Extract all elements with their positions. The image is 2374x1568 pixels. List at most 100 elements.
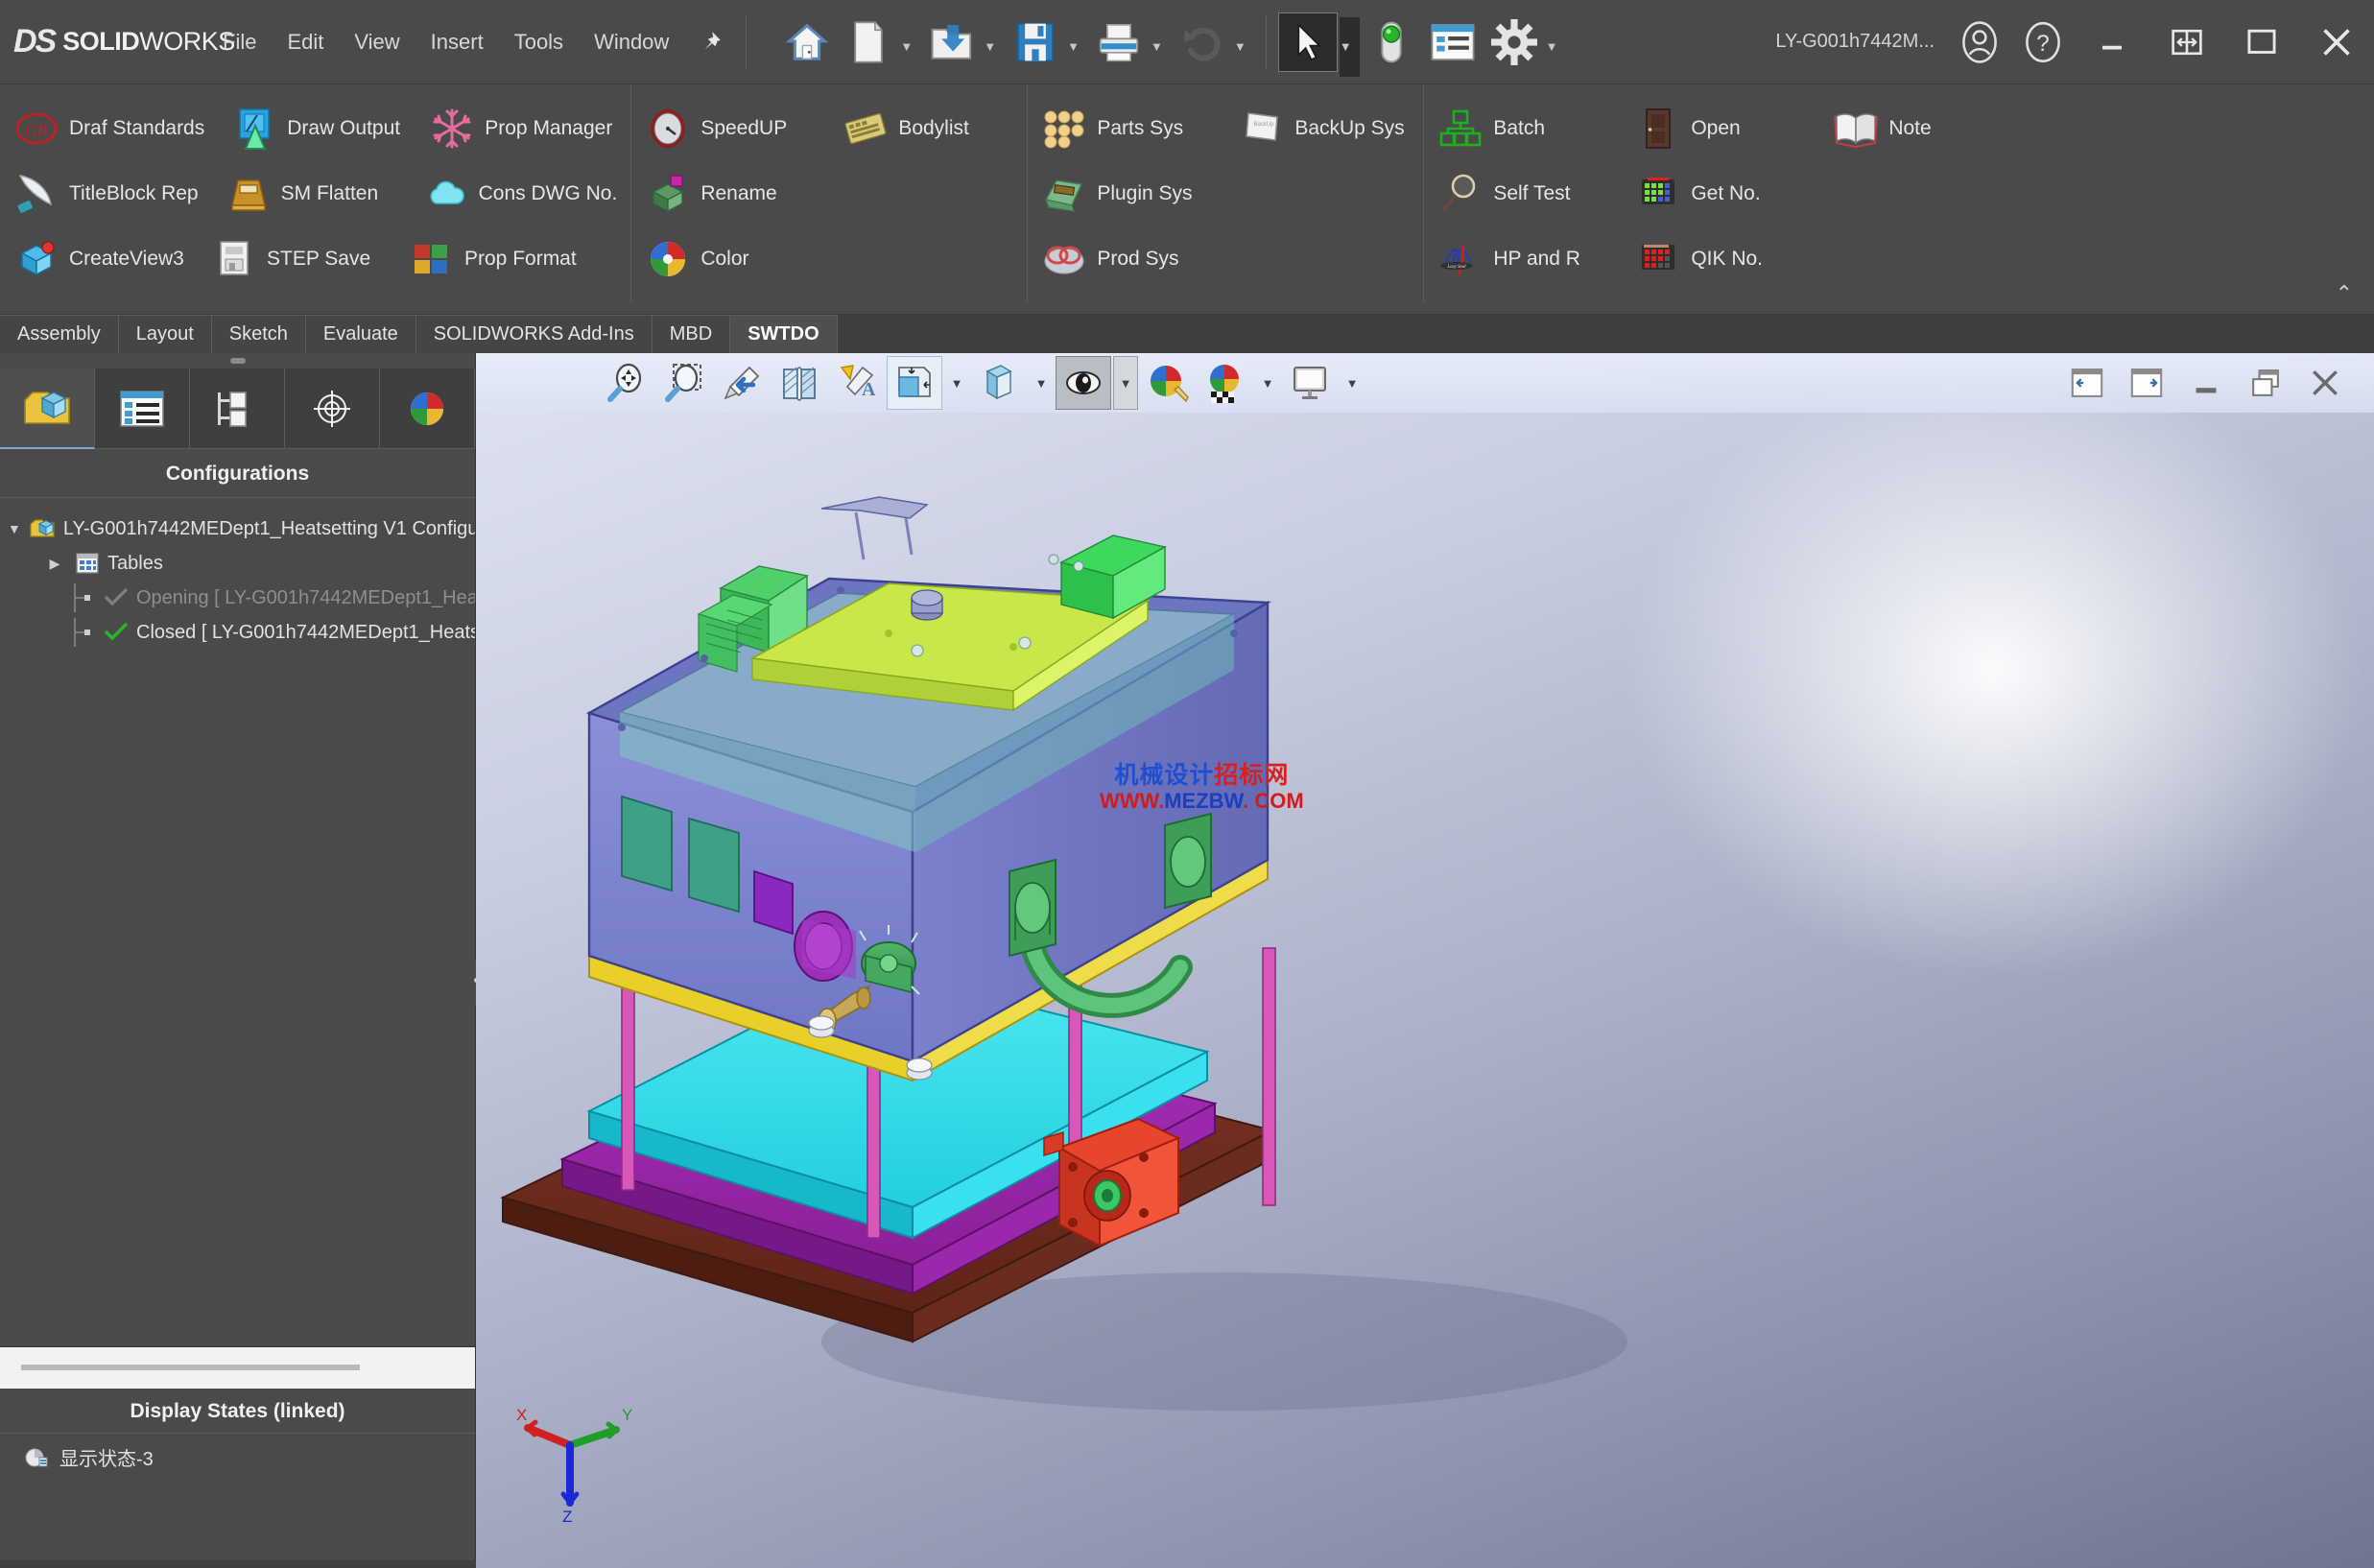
tab-swtdo[interactable]: SWTDO: [730, 315, 838, 353]
new-document-caret[interactable]: ▼: [900, 39, 920, 54]
ribbon-button-speedup[interactable]: SpeedUP: [631, 96, 829, 161]
select-arrow-icon[interactable]: [1277, 12, 1338, 72]
save-caret[interactable]: ▼: [1067, 39, 1087, 54]
menu-tools[interactable]: Tools: [499, 22, 579, 62]
new-document-icon[interactable]: [839, 12, 898, 72]
color-wheel-icon: [645, 236, 691, 282]
ribbon-group-2: SpeedUP Bodylist Rename Color: [630, 84, 1027, 303]
ribbon-button-batch[interactable]: Batch: [1424, 96, 1622, 161]
ribbon-label: Batch: [1493, 117, 1546, 139]
ribbon-button-open[interactable]: Open: [1622, 96, 1819, 161]
ribbon-row: Color: [631, 226, 1027, 292]
ribbon-button-prod-sys[interactable]: Prod Sys: [1028, 226, 1225, 292]
title-bar: DS SOLIDWORKS File Edit View Insert Tool…: [0, 0, 2374, 84]
select-caret[interactable]: ▼: [1339, 16, 1360, 77]
open-caret[interactable]: ▼: [984, 39, 1004, 54]
ribbon-button-get-no[interactable]: Get No.: [1622, 161, 1819, 226]
chevron-up-icon[interactable]: ⌃: [2336, 281, 2353, 306]
ribbon-button-self-test[interactable]: Self Test: [1424, 161, 1622, 226]
quick-access-toolbar: ▼ ▼ ▼ ▼ ▼ ▼ ▼: [777, 8, 1565, 77]
ribbon-row: SpeedUP Bodylist: [631, 96, 1027, 161]
display-manager-tab[interactable]: [380, 368, 475, 449]
tree-row[interactable]: ▶ Tables: [0, 546, 475, 581]
dimxpert-manager-tab[interactable]: [285, 368, 380, 449]
tab-solidworks-add-ins[interactable]: SOLIDWORKS Add-Ins: [415, 315, 653, 353]
keyboard-icon: [843, 106, 889, 152]
ribbon-row: Prod Sys: [1028, 226, 1423, 292]
open-folder-icon[interactable]: [922, 12, 982, 72]
ribbon-button-qik-no[interactable]: QIK No.: [1622, 226, 1819, 292]
ribbon-button-note[interactable]: Note: [1819, 96, 2017, 161]
save-icon[interactable]: [1006, 12, 1065, 72]
settings-caret[interactable]: ▼: [1546, 39, 1566, 54]
check-grey-icon: [104, 587, 129, 608]
restore-split-icon[interactable]: [2149, 0, 2224, 84]
triad-z-label: Z: [562, 1508, 572, 1526]
menu-file[interactable]: File: [207, 22, 272, 62]
user-account-icon[interactable]: [1948, 0, 2011, 84]
display-states-list: 显示状态-3: [0, 1434, 475, 1568]
tree-row[interactable]: ▼ LY-G001h7442MEDept1_Heatsetting V1 Con…: [0, 511, 475, 546]
solidworks-logo: DS SOLIDWORKS: [0, 23, 235, 60]
ribbon-button-sm-flatten[interactable]: SM Flatten: [212, 161, 410, 226]
ribbon-button-color[interactable]: Color: [631, 226, 829, 292]
ribbon-button-backup-sys[interactable]: BackUp BackUp Sys: [1225, 96, 1423, 161]
ribbon-button-cons-dwg-no[interactable]: Cons DWG No.: [410, 161, 631, 226]
panel-splitter[interactable]: [0, 1346, 475, 1389]
rebuild-icon[interactable]: [1362, 12, 1421, 72]
settings-gear-icon[interactable]: [1484, 12, 1544, 72]
ribbon-button-prop-manager[interactable]: Prop Manager: [415, 96, 626, 161]
feature-manager-tab[interactable]: [0, 368, 95, 449]
tab-evaluate[interactable]: Evaluate: [305, 315, 416, 353]
pushpin-icon[interactable]: [684, 26, 736, 59]
svg-text:BackUp: BackUp: [1254, 122, 1275, 128]
ribbon-button-rename[interactable]: Rename: [631, 161, 829, 226]
ribbon-label: Draf Standards: [69, 117, 205, 139]
format-blocks-icon: [409, 236, 455, 282]
mold-assembly-model[interactable]: [476, 353, 2374, 1568]
ribbon-button-prop-format[interactable]: Prop Format: [395, 226, 593, 292]
ribbon-button-draw-output[interactable]: Draw Output: [218, 96, 415, 161]
panel-drag-handle[interactable]: [0, 353, 475, 368]
print-caret[interactable]: ▼: [1151, 39, 1171, 54]
menu-insert[interactable]: Insert: [415, 22, 499, 62]
minimize-icon[interactable]: [2075, 0, 2149, 84]
ribbon-button-draf-standards[interactable]: GB Draf Standards: [0, 96, 218, 161]
ribbon-button-step-save[interactable]: STEP Save: [198, 226, 395, 292]
ribbon-button-parts-sys[interactable]: Parts Sys: [1028, 96, 1225, 161]
maximize-icon[interactable]: [2224, 0, 2299, 84]
configuration-manager-tab[interactable]: [190, 368, 285, 449]
property-manager-tab[interactable]: [95, 368, 190, 449]
undo-caret[interactable]: ▼: [1234, 39, 1254, 54]
tree-row[interactable]: Closed [ LY-G001h7442MEDept1_Heats: [0, 615, 475, 650]
tab-layout[interactable]: Layout: [118, 315, 212, 353]
chevron-down-icon[interactable]: ▼: [8, 521, 21, 536]
graphics-viewport[interactable]: A ▼ ▼ ▼ ▼ ▼ 机械设计招标网 WWW.MEZBW. COM X Y Z: [476, 353, 2374, 1568]
ribbon-button-hp-and-r[interactable]: Lasy Seal HP and R: [1424, 226, 1622, 292]
close-icon[interactable]: [2299, 0, 2374, 84]
ribbon-button-plugin-sys[interactable]: Plugin Sys: [1028, 161, 1225, 226]
display-state-icon: [23, 1445, 50, 1470]
ribbon-button-titleblock-rep[interactable]: TitleBlock Rep: [0, 161, 212, 226]
tab-assembly[interactable]: Assembly: [0, 315, 119, 353]
tree-branch-connector: [71, 618, 96, 647]
options-list-icon[interactable]: [1423, 12, 1483, 72]
tab-sketch[interactable]: Sketch: [211, 315, 306, 353]
ribbon-button-createview3[interactable]: CreateView3: [0, 226, 198, 292]
tree-row[interactable]: Opening [ LY-G001h7442MEDept1_Hea: [0, 581, 475, 615]
menu-view[interactable]: View: [339, 22, 415, 62]
menu-edit[interactable]: Edit: [272, 22, 339, 62]
menu-window[interactable]: Window: [579, 22, 684, 62]
svg-text:?: ?: [2036, 30, 2050, 56]
print-icon[interactable]: [1089, 12, 1149, 72]
undo-icon[interactable]: [1173, 12, 1232, 72]
tab-mbd[interactable]: MBD: [652, 315, 731, 353]
ribbon-label: Bodylist: [898, 117, 969, 139]
panel-bottom-scroll[interactable]: [0, 1560, 476, 1568]
triad-y-label: Y: [622, 1406, 632, 1424]
help-question-icon[interactable]: ?: [2011, 0, 2075, 84]
ribbon-button-bodylist[interactable]: Bodylist: [829, 96, 1027, 161]
home-icon[interactable]: [777, 12, 837, 72]
chevron-right-icon[interactable]: ▶: [42, 556, 67, 572]
list-item[interactable]: 显示状态-3: [0, 1434, 475, 1471]
